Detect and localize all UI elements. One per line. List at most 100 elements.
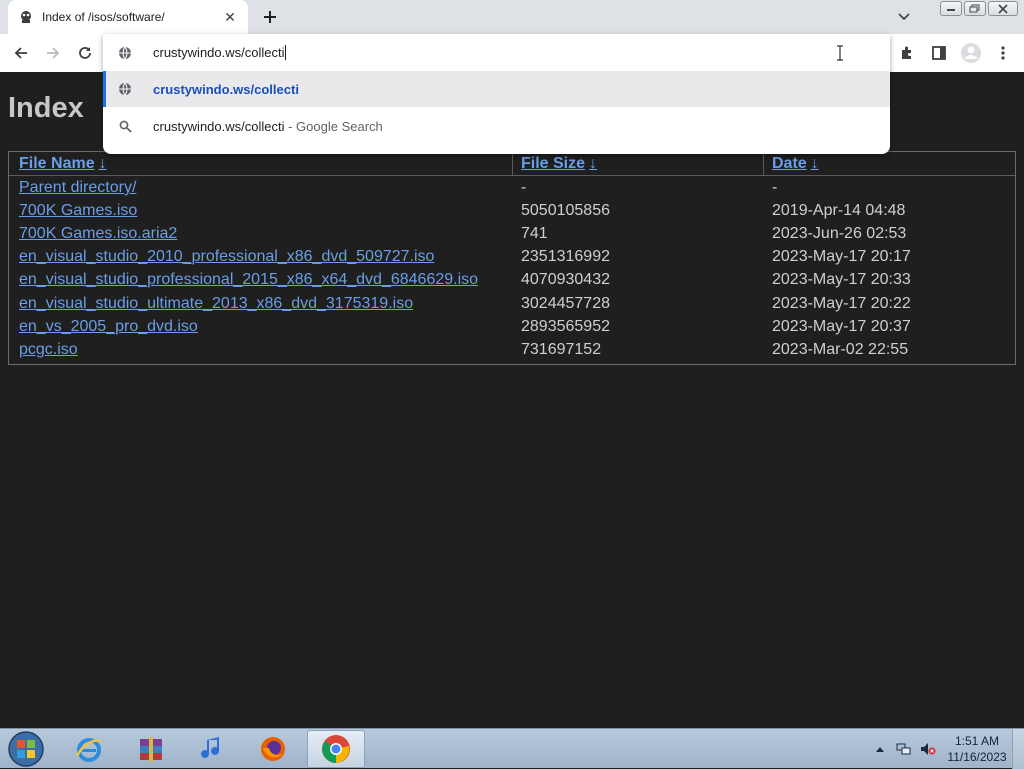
file-size: 5050105856 — [521, 202, 610, 219]
chevron-down-icon — [898, 13, 910, 21]
music-note-icon — [201, 737, 219, 758]
minimize-icon — [947, 8, 955, 11]
clock-time: 1:51 AM — [954, 734, 1000, 748]
file-size: 741 — [521, 225, 548, 242]
file-size: 3024457728 — [521, 295, 610, 312]
file-link[interactable]: 700K Games.iso — [19, 202, 137, 220]
window-controls — [938, 1, 1018, 16]
volume-muted-icon[interactable] — [918, 739, 938, 759]
taskbar-firefox[interactable] — [244, 730, 302, 768]
file-link[interactable]: en_visual_studio_ultimate_2013_x86_dvd_3… — [19, 295, 413, 313]
taskbar-winrar[interactable] — [122, 730, 180, 768]
menu-icon[interactable] — [990, 40, 1016, 66]
text-caret — [284, 45, 286, 60]
file-link[interactable]: en_visual_studio_2010_professional_x86_d… — [19, 248, 434, 266]
header-date[interactable]: Date ↓ — [772, 155, 819, 173]
address-bar[interactable]: crustywindo.ws/collecti — [103, 34, 890, 71]
file-date: 2023-Mar-02 22:55 — [772, 341, 909, 358]
file-date: 2023-Jun-26 02:53 — [772, 225, 907, 242]
address-input[interactable]: crustywindo.ws/collecti — [153, 45, 285, 60]
new-tab-button[interactable] — [258, 5, 282, 29]
file-size: 4070930432 — [521, 271, 610, 288]
arrow-right-icon — [47, 47, 60, 59]
reload-icon — [79, 47, 91, 59]
table-row: Parent directory/ - - — [9, 177, 1015, 200]
show-desktop-button[interactable] — [1012, 729, 1024, 769]
clock-date: 11/16/2023 — [947, 750, 1007, 764]
minimize-button[interactable] — [940, 1, 962, 16]
file-date: 2023-May-17 20:33 — [772, 271, 911, 288]
table-row: en_vs_2005_pro_dvd.iso 2893565952 2023-M… — [9, 316, 1015, 339]
forward-button[interactable] — [41, 41, 65, 65]
close-icon — [998, 3, 1008, 14]
restore-icon — [969, 4, 980, 12]
reload-button[interactable] — [73, 41, 97, 65]
text-cursor-icon — [837, 45, 843, 61]
taskbar-internet-explorer[interactable] — [60, 730, 118, 768]
globe-icon — [117, 81, 133, 97]
file-size: 2351316992 — [521, 248, 610, 265]
suggestion-url[interactable]: crustywindo.ws/collecti — [103, 71, 890, 107]
profile-avatar-icon[interactable] — [958, 40, 984, 66]
file-date: 2023-May-17 20:17 — [772, 248, 911, 265]
arrow-left-icon — [14, 47, 27, 59]
file-listing-table: File Name ↓ File Size ↓ Date ↓ Parent direc… — [8, 151, 1016, 365]
tab-strip: Index of /isos/software/ ✕ — [0, 0, 1024, 34]
suggestion-suffix: - Google Search — [284, 118, 383, 134]
table-row: en_visual_studio_professional_2015_x86_x… — [9, 269, 1015, 292]
omnibox-dropdown: crustywindo.ws/collecti crustywindo.ws/c… — [103, 34, 890, 154]
table-header: File Name ↓ File Size ↓ Date ↓ — [9, 152, 1015, 176]
tab-close-icon[interactable]: ✕ — [222, 9, 238, 25]
winrar-icon — [140, 737, 162, 762]
internet-explorer-icon — [75, 738, 102, 762]
header-file-size[interactable]: File Size ↓ — [521, 155, 597, 173]
column-divider — [512, 152, 513, 176]
suggestion-search[interactable]: crustywindo.ws/collecti - Google Search — [103, 108, 890, 144]
back-button[interactable] — [9, 41, 33, 65]
file-date: 2023-May-17 20:22 — [772, 295, 911, 312]
table-row: 700K Games.iso.aria2 741 2023-Jun-26 02:… — [9, 223, 1015, 246]
tab-title: Index of /isos/software/ — [42, 10, 165, 24]
file-size: 2893565952 — [521, 318, 610, 335]
table-row: en_visual_studio_ultimate_2013_x86_dvd_3… — [9, 293, 1015, 316]
file-link[interactable]: en_vs_2005_pro_dvd.iso — [19, 318, 198, 336]
taskbar-clock[interactable]: 1:51 AM 11/16/2023 — [942, 733, 1012, 765]
suggestion-label: crustywindo.ws/collecti — [153, 118, 285, 134]
search-icon — [117, 118, 133, 134]
table-row: en_visual_studio_2010_professional_x86_d… — [9, 246, 1015, 269]
close-window-button[interactable] — [988, 1, 1018, 16]
sort-arrow-icon: ↓ — [98, 155, 107, 172]
column-divider — [763, 152, 764, 176]
side-panel-icon[interactable] — [926, 40, 952, 66]
tab-search-button[interactable] — [894, 8, 914, 26]
toolbar-actions — [894, 40, 1016, 66]
taskbar-itunes[interactable] — [183, 730, 241, 768]
chrome-icon — [322, 735, 350, 763]
network-icon[interactable] — [894, 739, 914, 759]
windows-orb-icon — [8, 731, 44, 767]
file-link[interactable]: 700K Games.iso.aria2 — [19, 225, 177, 243]
table-row: pcgc.iso 731697152 2023-Mar-02 22:55 — [9, 339, 1015, 362]
table-row: 700K Games.iso 5050105856 2019-Apr-14 04… — [9, 200, 1015, 223]
file-size: 731697152 — [521, 341, 602, 358]
start-button[interactable] — [5, 730, 47, 768]
taskbar: 1:51 AM 11/16/2023 — [0, 728, 1024, 769]
restore-button[interactable] — [964, 1, 986, 16]
file-link[interactable]: pcgc.iso — [19, 341, 78, 359]
page-title: Index — [8, 92, 84, 124]
globe-icon — [117, 45, 133, 61]
suggestion-label: crustywindo.ws/collecti — [153, 81, 299, 97]
extensions-icon[interactable] — [894, 40, 920, 66]
sort-arrow-icon: ↓ — [589, 155, 598, 172]
browser-tab[interactable]: Index of /isos/software/ ✕ — [8, 0, 248, 34]
file-date: 2019-Apr-14 04:48 — [772, 202, 906, 219]
header-file-name[interactable]: File Name ↓ — [19, 155, 107, 173]
file-link[interactable]: en_visual_studio_professional_2015_x86_x… — [19, 271, 478, 289]
sort-arrow-icon: ↓ — [810, 155, 819, 172]
tab-favicon-icon — [18, 9, 34, 25]
show-hidden-icons-icon[interactable] — [870, 739, 890, 759]
file-size: - — [521, 179, 527, 196]
system-tray: 1:51 AM 11/16/2023 — [870, 729, 1024, 769]
taskbar-chrome[interactable] — [307, 730, 365, 768]
file-link[interactable]: Parent directory/ — [19, 179, 136, 197]
